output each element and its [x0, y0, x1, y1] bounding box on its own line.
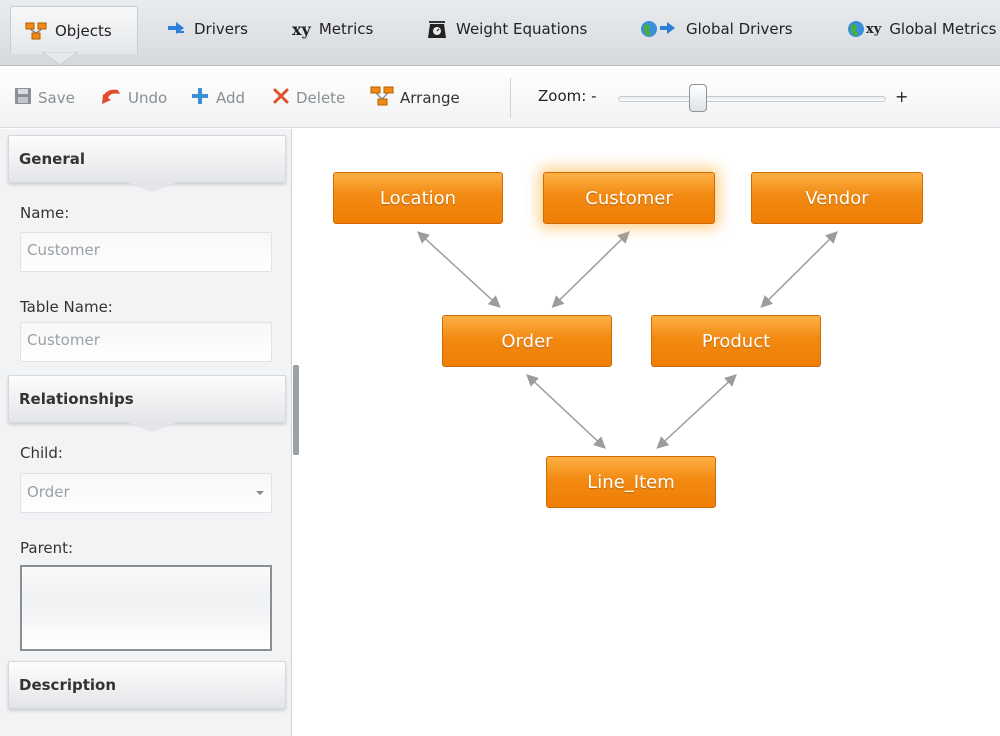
- arrange-icon: [370, 86, 394, 110]
- section-pointer: [127, 422, 177, 432]
- xy-metrics-icon: xy: [292, 19, 311, 39]
- child-value: Order: [27, 483, 70, 501]
- toolbar-divider: [510, 78, 511, 118]
- delete-button[interactable]: Delete: [272, 86, 345, 110]
- arrange-button[interactable]: Arrange: [370, 86, 460, 110]
- tab-label: Drivers: [194, 20, 248, 38]
- panel-splitter-handle[interactable]: [293, 365, 299, 455]
- parent-list[interactable]: [20, 565, 272, 651]
- relationship-link-customer-order[interactable]: [551, 231, 630, 308]
- entity-node-label: Location: [379, 187, 457, 209]
- entity-node-location[interactable]: Location: [333, 172, 503, 224]
- name-field[interactable]: Customer: [20, 232, 272, 272]
- entity-node-product[interactable]: Product: [651, 315, 821, 367]
- add-button[interactable]: Add: [190, 86, 245, 110]
- tab-label: Metrics: [318, 20, 374, 38]
- entity-node-customer[interactable]: Customer: [543, 172, 715, 224]
- relationships-section-header[interactable]: Relationships: [8, 375, 286, 432]
- tab-bar: Objects Drivers xy Metrics Weight Equati…: [0, 0, 1000, 66]
- scale-icon: [426, 19, 448, 39]
- entity-node-label: Vendor: [805, 187, 869, 209]
- table-name-value: Customer: [27, 331, 100, 349]
- name-value: Customer: [27, 241, 100, 259]
- app-window: Objects Drivers xy Metrics Weight Equati…: [0, 0, 1000, 736]
- dropdown-arrow-icon: [255, 483, 265, 501]
- save-label: Save: [38, 89, 75, 107]
- entity-node-order[interactable]: Order: [442, 315, 612, 367]
- relationship-link-order-line_item[interactable]: [526, 374, 606, 449]
- tab-label: Weight Equations: [456, 20, 588, 38]
- tab-drivers[interactable]: Drivers: [152, 6, 262, 52]
- entity-node-label: Customer: [585, 187, 673, 209]
- section-title: General: [19, 150, 85, 168]
- zoom-slider-thumb[interactable]: [689, 84, 708, 112]
- relationship-link-product-line_item[interactable]: [656, 374, 737, 449]
- delete-x-icon: [272, 87, 290, 109]
- tab-label: Global Drivers: [686, 20, 793, 38]
- tab-label: Objects: [55, 21, 112, 40]
- add-label: Add: [216, 89, 246, 107]
- general-section-header[interactable]: General: [8, 135, 286, 192]
- name-label: Name:: [20, 204, 70, 222]
- globe-drivers-icon: [640, 19, 678, 39]
- entity-node-line-item[interactable]: Line_Item: [546, 456, 716, 508]
- zoom-plus-label: +: [895, 87, 909, 106]
- zoom-label: Zoom: -: [538, 87, 597, 105]
- properties-sidebar: General Name: Customer Table Name: Custo…: [0, 129, 292, 736]
- undo-label: Undo: [128, 89, 168, 107]
- delete-label: Delete: [296, 89, 346, 107]
- objects-icon: [25, 22, 47, 40]
- table-name-label: Table Name:: [20, 298, 113, 316]
- active-tab-pointer: [42, 52, 78, 66]
- entity-node-label: Order: [501, 330, 553, 352]
- section-title: Description: [19, 676, 117, 694]
- save-button[interactable]: Save: [14, 86, 75, 110]
- drivers-icon: [166, 20, 186, 38]
- child-select[interactable]: Order: [20, 473, 272, 513]
- tab-label: Global Metrics: [889, 20, 997, 38]
- xy-text: xy: [866, 21, 882, 37]
- relationship-link-location-order[interactable]: [417, 231, 501, 308]
- toolbar: Save Undo Add Delete Arrange Zoom: - +: [0, 66, 1000, 128]
- child-label: Child:: [20, 444, 63, 462]
- tab-objects[interactable]: Objects: [10, 6, 138, 54]
- plus-icon: [190, 86, 210, 110]
- tab-weight-equations[interactable]: Weight Equations: [412, 6, 601, 52]
- arrange-label: Arrange: [400, 89, 460, 107]
- zoom-slider-track[interactable]: [618, 96, 886, 102]
- undo-icon: [100, 86, 122, 110]
- parent-label: Parent:: [20, 539, 74, 557]
- section-title: Relationships: [19, 390, 134, 408]
- table-name-field[interactable]: Customer: [20, 322, 272, 362]
- tab-metrics[interactable]: xy Metrics: [278, 6, 387, 52]
- entity-node-label: Line_Item: [587, 471, 675, 493]
- diagram-canvas[interactable]: Location Customer Vendor Order Product Line_I…: [300, 129, 1000, 736]
- relationship-link-vendor-product[interactable]: [760, 231, 838, 308]
- undo-button[interactable]: Undo: [100, 86, 167, 110]
- floppy-disk-icon: [14, 87, 32, 109]
- tab-global-metrics[interactable]: xy Global Metrics: [832, 6, 1000, 52]
- globe-xy-icon: [846, 19, 866, 39]
- description-section-header[interactable]: Description: [8, 661, 286, 709]
- entity-node-label: Product: [701, 330, 771, 352]
- entity-node-vendor[interactable]: Vendor: [751, 172, 923, 224]
- tab-global-drivers[interactable]: Global Drivers: [626, 6, 807, 52]
- section-pointer: [127, 182, 177, 192]
